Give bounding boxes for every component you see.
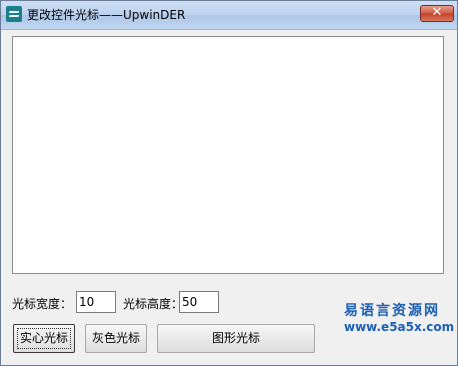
cursor-height-label: 光标高度：: [123, 297, 184, 311]
edit-box[interactable]: [12, 36, 444, 274]
watermark-url: www.e5a5x.com: [344, 320, 455, 334]
cursor-height-input[interactable]: 50: [179, 291, 219, 313]
solid-cursor-button[interactable]: 实心光标: [13, 324, 75, 353]
cursor-width-label: 光标宽度：: [12, 297, 73, 311]
cursor-width-input[interactable]: 10: [76, 291, 116, 313]
close-button[interactable]: ✕: [420, 5, 454, 22]
bitmap-cursor-button[interactable]: 图形光标: [157, 324, 315, 353]
app-icon: [6, 6, 22, 22]
watermark-title: 易语言资源网: [344, 303, 440, 319]
gray-cursor-button[interactable]: 灰色光标: [85, 324, 147, 353]
window-title: 更改控件光标——UpwinDER: [27, 8, 186, 22]
close-icon: ✕: [431, 5, 443, 20]
title-bar[interactable]: 更改控件光标——UpwinDER ✕: [1, 1, 457, 30]
